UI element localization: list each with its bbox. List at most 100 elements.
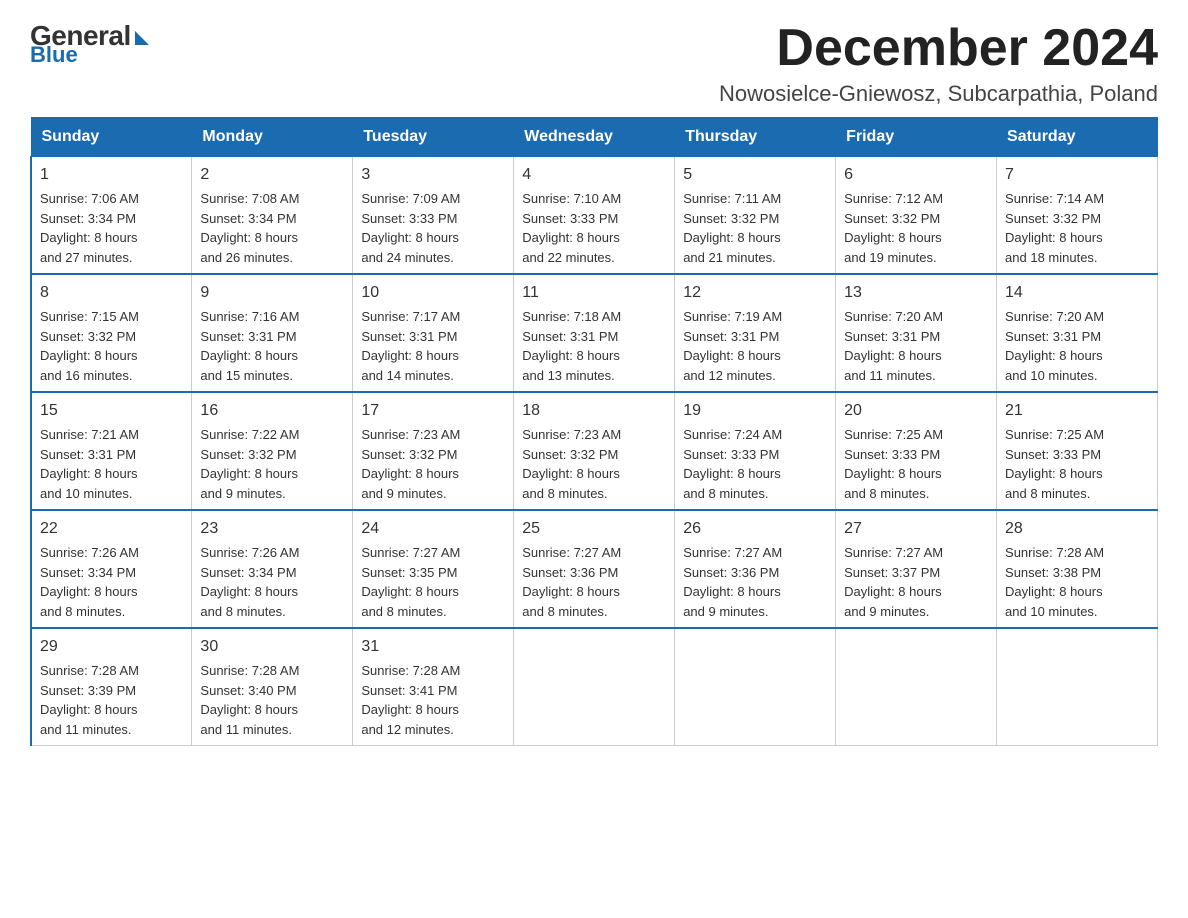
day-info: Sunrise: 7:21 AMSunset: 3:31 PMDaylight:… (40, 425, 183, 503)
day-info: Sunrise: 7:14 AMSunset: 3:32 PMDaylight:… (1005, 189, 1149, 267)
location-title: Nowosielce-Gniewosz, Subcarpathia, Polan… (719, 81, 1158, 107)
calendar-cell: 4Sunrise: 7:10 AMSunset: 3:33 PMDaylight… (514, 157, 675, 275)
day-number: 15 (40, 399, 183, 423)
day-number: 5 (683, 163, 827, 187)
day-info: Sunrise: 7:28 AMSunset: 3:39 PMDaylight:… (40, 661, 183, 739)
calendar-cell: 6Sunrise: 7:12 AMSunset: 3:32 PMDaylight… (836, 157, 997, 275)
calendar-cell: 10Sunrise: 7:17 AMSunset: 3:31 PMDayligh… (353, 274, 514, 392)
calendar-cell: 15Sunrise: 7:21 AMSunset: 3:31 PMDayligh… (31, 392, 192, 510)
calendar-cell: 9Sunrise: 7:16 AMSunset: 3:31 PMDaylight… (192, 274, 353, 392)
day-number: 27 (844, 517, 988, 541)
calendar-cell: 12Sunrise: 7:19 AMSunset: 3:31 PMDayligh… (675, 274, 836, 392)
logo: General Blue (30, 20, 149, 68)
day-info: Sunrise: 7:28 AMSunset: 3:41 PMDaylight:… (361, 661, 505, 739)
calendar-cell (997, 628, 1158, 746)
day-number: 31 (361, 635, 505, 659)
calendar-cell: 31Sunrise: 7:28 AMSunset: 3:41 PMDayligh… (353, 628, 514, 746)
logo-arrow-icon (135, 31, 149, 45)
day-info: Sunrise: 7:18 AMSunset: 3:31 PMDaylight:… (522, 307, 666, 385)
day-info: Sunrise: 7:09 AMSunset: 3:33 PMDaylight:… (361, 189, 505, 267)
calendar-cell: 29Sunrise: 7:28 AMSunset: 3:39 PMDayligh… (31, 628, 192, 746)
day-info: Sunrise: 7:27 AMSunset: 3:36 PMDaylight:… (522, 543, 666, 621)
calendar-week-row: 29Sunrise: 7:28 AMSunset: 3:39 PMDayligh… (31, 628, 1158, 746)
day-info: Sunrise: 7:11 AMSunset: 3:32 PMDaylight:… (683, 189, 827, 267)
logo-blue-text: Blue (30, 42, 78, 68)
day-number: 29 (40, 635, 183, 659)
day-info: Sunrise: 7:08 AMSunset: 3:34 PMDaylight:… (200, 189, 344, 267)
day-info: Sunrise: 7:17 AMSunset: 3:31 PMDaylight:… (361, 307, 505, 385)
day-info: Sunrise: 7:27 AMSunset: 3:37 PMDaylight:… (844, 543, 988, 621)
day-number: 22 (40, 517, 183, 541)
day-info: Sunrise: 7:23 AMSunset: 3:32 PMDaylight:… (361, 425, 505, 503)
title-section: December 2024 Nowosielce-Gniewosz, Subca… (719, 20, 1158, 107)
day-number: 14 (1005, 281, 1149, 305)
day-info: Sunrise: 7:06 AMSunset: 3:34 PMDaylight:… (40, 189, 183, 267)
calendar-cell: 18Sunrise: 7:23 AMSunset: 3:32 PMDayligh… (514, 392, 675, 510)
col-header-tuesday: Tuesday (353, 118, 514, 157)
day-info: Sunrise: 7:24 AMSunset: 3:33 PMDaylight:… (683, 425, 827, 503)
calendar-cell: 1Sunrise: 7:06 AMSunset: 3:34 PMDaylight… (31, 157, 192, 275)
day-info: Sunrise: 7:27 AMSunset: 3:35 PMDaylight:… (361, 543, 505, 621)
day-number: 30 (200, 635, 344, 659)
calendar-cell: 23Sunrise: 7:26 AMSunset: 3:34 PMDayligh… (192, 510, 353, 628)
day-info: Sunrise: 7:20 AMSunset: 3:31 PMDaylight:… (1005, 307, 1149, 385)
calendar-cell: 27Sunrise: 7:27 AMSunset: 3:37 PMDayligh… (836, 510, 997, 628)
day-info: Sunrise: 7:26 AMSunset: 3:34 PMDaylight:… (40, 543, 183, 621)
day-info: Sunrise: 7:12 AMSunset: 3:32 PMDaylight:… (844, 189, 988, 267)
day-number: 28 (1005, 517, 1149, 541)
calendar-cell: 19Sunrise: 7:24 AMSunset: 3:33 PMDayligh… (675, 392, 836, 510)
calendar-week-row: 1Sunrise: 7:06 AMSunset: 3:34 PMDaylight… (31, 157, 1158, 275)
calendar-cell: 21Sunrise: 7:25 AMSunset: 3:33 PMDayligh… (997, 392, 1158, 510)
day-number: 13 (844, 281, 988, 305)
calendar-cell: 7Sunrise: 7:14 AMSunset: 3:32 PMDaylight… (997, 157, 1158, 275)
day-info: Sunrise: 7:22 AMSunset: 3:32 PMDaylight:… (200, 425, 344, 503)
day-info: Sunrise: 7:20 AMSunset: 3:31 PMDaylight:… (844, 307, 988, 385)
col-header-wednesday: Wednesday (514, 118, 675, 157)
page-header: General Blue December 2024 Nowosielce-Gn… (30, 20, 1158, 107)
calendar-cell: 5Sunrise: 7:11 AMSunset: 3:32 PMDaylight… (675, 157, 836, 275)
calendar-cell (675, 628, 836, 746)
day-info: Sunrise: 7:15 AMSunset: 3:32 PMDaylight:… (40, 307, 183, 385)
calendar-cell: 2Sunrise: 7:08 AMSunset: 3:34 PMDaylight… (192, 157, 353, 275)
day-number: 12 (683, 281, 827, 305)
day-number: 9 (200, 281, 344, 305)
col-header-friday: Friday (836, 118, 997, 157)
calendar-cell: 11Sunrise: 7:18 AMSunset: 3:31 PMDayligh… (514, 274, 675, 392)
day-number: 11 (522, 281, 666, 305)
calendar-cell: 16Sunrise: 7:22 AMSunset: 3:32 PMDayligh… (192, 392, 353, 510)
day-number: 21 (1005, 399, 1149, 423)
day-info: Sunrise: 7:16 AMSunset: 3:31 PMDaylight:… (200, 307, 344, 385)
day-number: 18 (522, 399, 666, 423)
calendar-cell: 17Sunrise: 7:23 AMSunset: 3:32 PMDayligh… (353, 392, 514, 510)
calendar-cell (836, 628, 997, 746)
day-number: 1 (40, 163, 183, 187)
calendar-table: SundayMondayTuesdayWednesdayThursdayFrid… (30, 117, 1158, 746)
calendar-week-row: 22Sunrise: 7:26 AMSunset: 3:34 PMDayligh… (31, 510, 1158, 628)
calendar-cell: 28Sunrise: 7:28 AMSunset: 3:38 PMDayligh… (997, 510, 1158, 628)
calendar-cell (514, 628, 675, 746)
day-number: 3 (361, 163, 505, 187)
day-info: Sunrise: 7:28 AMSunset: 3:40 PMDaylight:… (200, 661, 344, 739)
day-number: 8 (40, 281, 183, 305)
day-number: 10 (361, 281, 505, 305)
calendar-cell: 13Sunrise: 7:20 AMSunset: 3:31 PMDayligh… (836, 274, 997, 392)
calendar-cell: 25Sunrise: 7:27 AMSunset: 3:36 PMDayligh… (514, 510, 675, 628)
calendar-week-row: 8Sunrise: 7:15 AMSunset: 3:32 PMDaylight… (31, 274, 1158, 392)
col-header-saturday: Saturday (997, 118, 1158, 157)
day-number: 4 (522, 163, 666, 187)
day-info: Sunrise: 7:28 AMSunset: 3:38 PMDaylight:… (1005, 543, 1149, 621)
calendar-header-row: SundayMondayTuesdayWednesdayThursdayFrid… (31, 118, 1158, 157)
day-info: Sunrise: 7:10 AMSunset: 3:33 PMDaylight:… (522, 189, 666, 267)
calendar-cell: 3Sunrise: 7:09 AMSunset: 3:33 PMDaylight… (353, 157, 514, 275)
col-header-monday: Monday (192, 118, 353, 157)
calendar-cell: 22Sunrise: 7:26 AMSunset: 3:34 PMDayligh… (31, 510, 192, 628)
day-number: 6 (844, 163, 988, 187)
day-number: 24 (361, 517, 505, 541)
col-header-sunday: Sunday (31, 118, 192, 157)
calendar-week-row: 15Sunrise: 7:21 AMSunset: 3:31 PMDayligh… (31, 392, 1158, 510)
day-number: 25 (522, 517, 666, 541)
day-number: 19 (683, 399, 827, 423)
day-number: 23 (200, 517, 344, 541)
calendar-cell: 24Sunrise: 7:27 AMSunset: 3:35 PMDayligh… (353, 510, 514, 628)
col-header-thursday: Thursday (675, 118, 836, 157)
